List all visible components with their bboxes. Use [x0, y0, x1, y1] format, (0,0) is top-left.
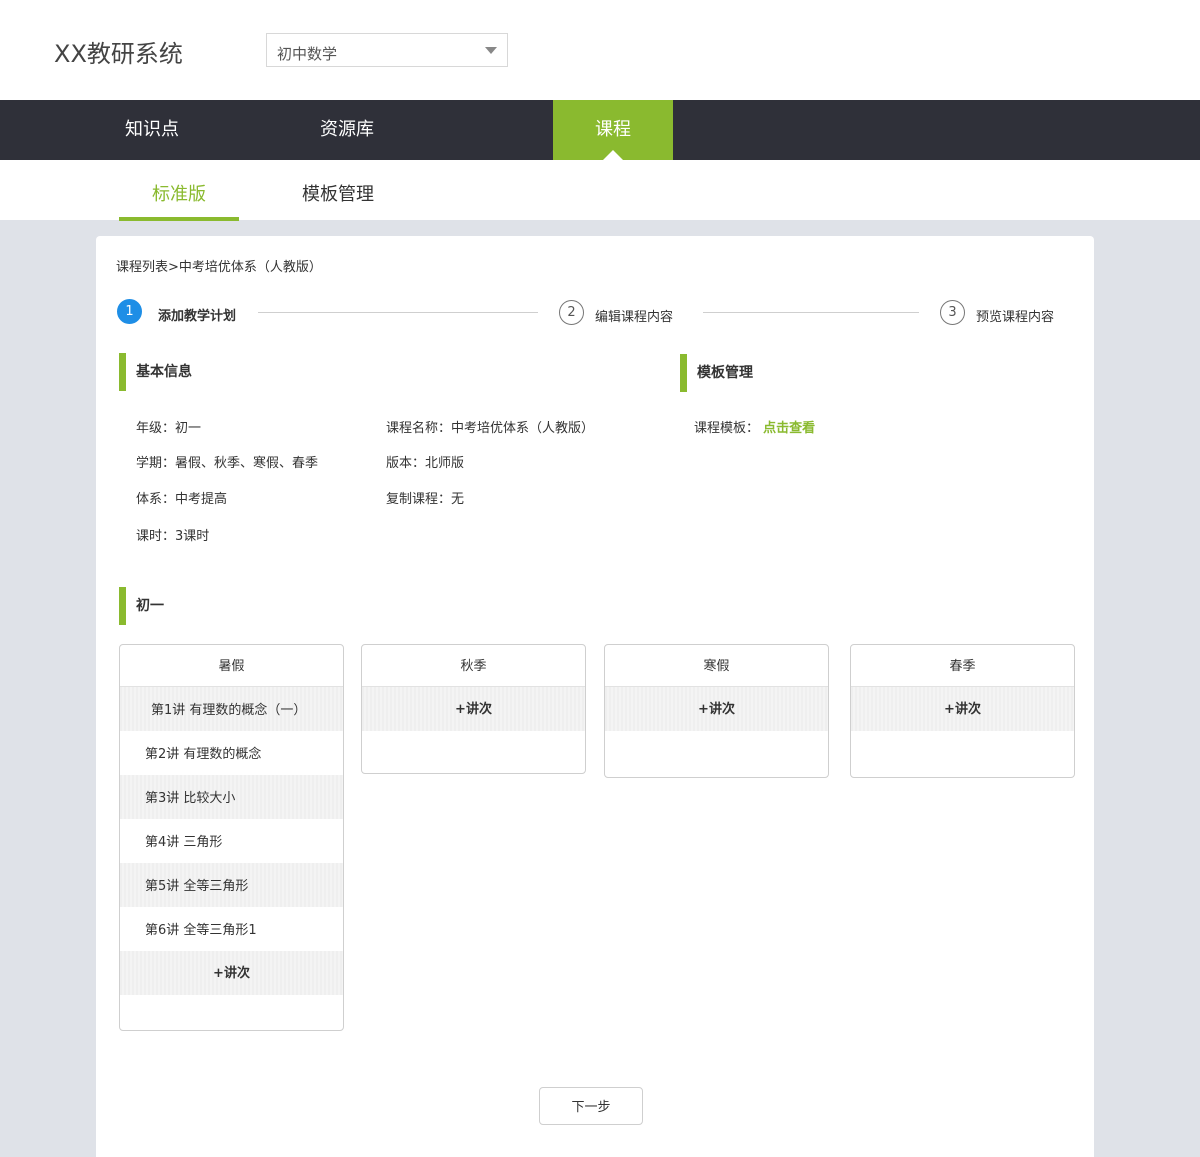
- subnav-template-mgmt[interactable]: 模板管理: [278, 160, 398, 220]
- add-lesson-button[interactable]: +讲次: [605, 687, 828, 731]
- step-connector: [703, 312, 919, 313]
- step-2-circle: 2: [559, 300, 584, 325]
- nav-item-course-label: 课程: [595, 119, 631, 140]
- term-title: 秋季: [362, 645, 585, 687]
- step-3-label: 预览课程内容: [976, 310, 1055, 325]
- template-row: 课程模板： 点击查看: [694, 417, 815, 436]
- step-1-label: 添加教学计划: [158, 309, 237, 324]
- subnav-standard[interactable]: 标准版: [119, 160, 239, 221]
- nav-item-course[interactable]: 课程: [553, 100, 673, 160]
- section-basic-info: 基本信息: [119, 353, 192, 391]
- term-card-autumn: 秋季 +讲次: [361, 644, 586, 774]
- nav-item-knowledge[interactable]: 知识点: [92, 100, 212, 160]
- lesson-item[interactable]: 第5讲 全等三角形: [120, 863, 343, 907]
- term-title: 暑假: [120, 645, 343, 687]
- next-step-button[interactable]: 下一步: [539, 1087, 643, 1125]
- active-notch-icon: [603, 150, 623, 160]
- add-lesson-button[interactable]: +讲次: [362, 687, 585, 731]
- info-edition: 版本：北师版: [386, 456, 465, 471]
- top-nav: 知识点 资源库 课程: [0, 100, 1200, 160]
- main-panel: 课程列表>中考培优体系（人教版） 1 添加教学计划 2 编辑课程内容 3 预览课…: [96, 236, 1094, 1157]
- subject-select-value: 初中数学: [277, 45, 338, 63]
- info-course-name: 课程名称：中考培优体系（人教版）: [386, 421, 595, 436]
- lesson-item[interactable]: 第3讲 比较大小: [120, 775, 343, 819]
- step-2-label: 编辑课程内容: [595, 310, 674, 325]
- app-logo: XX教研系统: [54, 40, 183, 68]
- term-card-summer: 暑假 第1讲 有理数的概念（一） 第2讲 有理数的概念 第3讲 比较大小 第4讲…: [119, 644, 344, 1031]
- subject-select[interactable]: 初中数学: [266, 33, 508, 67]
- info-copy-course: 复制课程：无: [386, 492, 465, 507]
- term-title: 寒假: [605, 645, 828, 687]
- add-lesson-button[interactable]: +讲次: [851, 687, 1074, 731]
- term-title: 春季: [851, 645, 1074, 687]
- step-3-circle: 3: [940, 300, 965, 325]
- lesson-item[interactable]: 第1讲 有理数的概念（一）: [120, 687, 343, 731]
- step-connector: [258, 312, 538, 313]
- breadcrumb[interactable]: 课程列表>中考培优体系（人教版）: [116, 256, 322, 275]
- info-term: 学期：暑假、秋季、寒假、春季: [136, 456, 319, 471]
- nav-item-resources[interactable]: 资源库: [287, 100, 407, 160]
- add-lesson-button[interactable]: +讲次: [120, 951, 343, 995]
- info-hours: 课时：3课时: [136, 529, 210, 544]
- term-card-winter: 寒假 +讲次: [604, 644, 829, 778]
- info-system: 体系：中考提高: [136, 492, 228, 507]
- section-template-mgmt: 模板管理: [680, 354, 753, 392]
- lesson-item[interactable]: 第2讲 有理数的概念: [120, 731, 343, 775]
- section-grade: 初一: [119, 587, 164, 625]
- lesson-item[interactable]: 第4讲 三角形: [120, 819, 343, 863]
- term-card-spring: 春季 +讲次: [850, 644, 1075, 778]
- info-grade: 年级：初一: [136, 421, 202, 436]
- template-view-link[interactable]: 点击查看: [763, 421, 815, 436]
- step-1-circle: 1: [117, 299, 142, 324]
- template-label: 课程模板：: [694, 421, 760, 436]
- sub-nav: 标准版 模板管理: [0, 160, 1200, 221]
- app-header: XX教研系统 初中数学: [0, 0, 1200, 100]
- chevron-down-icon: [485, 47, 497, 54]
- lesson-item[interactable]: 第6讲 全等三角形1: [120, 907, 343, 951]
